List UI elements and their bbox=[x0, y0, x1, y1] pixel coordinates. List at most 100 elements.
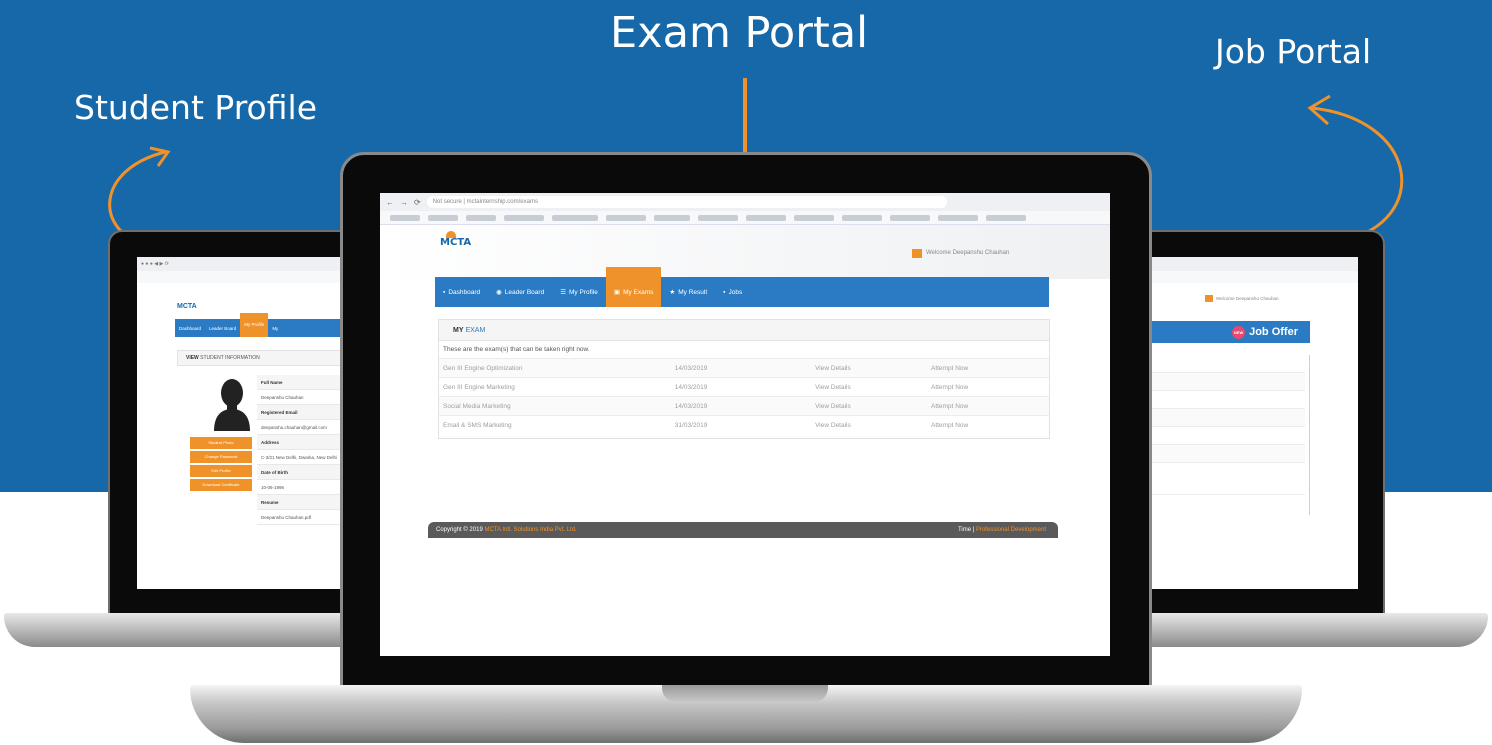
view-details-link[interactable]: View Details bbox=[811, 358, 927, 378]
attempt-now-link[interactable]: Attempt Now bbox=[926, 358, 1049, 378]
panel-title-prefix: MY bbox=[453, 327, 464, 334]
bookmark-item[interactable] bbox=[654, 215, 690, 221]
left-laptop-base bbox=[4, 613, 384, 647]
panel-title-prefix: VIEW bbox=[186, 355, 199, 361]
left-nav-more[interactable]: My bbox=[268, 326, 282, 331]
change-password-button[interactable]: Change Password bbox=[190, 451, 252, 463]
nav-jobs[interactable]: ▪ Jobs bbox=[715, 277, 750, 307]
attempt-now-link[interactable]: Attempt Now bbox=[926, 377, 1049, 397]
site-footer: Copyright © 2019 MCTA Intl. Solutions In… bbox=[428, 522, 1058, 538]
jobs-icon: ▪ bbox=[723, 288, 726, 296]
download-certificate-button[interactable]: Download Certificate bbox=[190, 479, 252, 491]
exam-name: Social Media Marketing bbox=[439, 396, 671, 416]
user-name: Welcome Deepanshu Chauhan bbox=[926, 250, 1010, 256]
panel-header: MY EXAM bbox=[439, 320, 1049, 341]
exam-date: 31/03/2019 bbox=[670, 415, 812, 435]
bookmark-item[interactable] bbox=[842, 215, 882, 221]
panel-note: These are the exam(s) that can be taken … bbox=[443, 346, 590, 353]
nav-my-profile[interactable]: ☰ My Profile bbox=[552, 277, 606, 307]
right-user-name: Welcome Deepanshu Chauhan bbox=[1216, 296, 1279, 301]
bookmark-item[interactable] bbox=[938, 215, 978, 221]
exam-name: Gen III Engine Optimization bbox=[439, 358, 671, 378]
nav-label: My Exams bbox=[623, 288, 654, 296]
attempt-now-link[interactable]: Attempt Now bbox=[926, 415, 1049, 435]
footer-right: Time | Professional Development bbox=[958, 522, 1046, 538]
forward-icon[interactable]: → bbox=[400, 198, 408, 207]
leaderboard-icon: ◉ bbox=[496, 289, 502, 296]
table-row: Social Media Marketing 14/03/2019 View D… bbox=[439, 396, 1049, 416]
exam-name: Email & SMS Marketing bbox=[439, 415, 671, 435]
panel-title-suffix: STUDENT INFORMATION bbox=[200, 355, 260, 361]
footer-right-link[interactable]: Professional Development bbox=[976, 527, 1046, 533]
exam-date: 14/03/2019 bbox=[670, 377, 812, 397]
nav-label: Leader Board bbox=[504, 288, 545, 296]
footer-right-label: Time | bbox=[957, 527, 975, 533]
nav-my-exams[interactable]: ▣ My Exams bbox=[605, 267, 662, 307]
result-icon: ★ bbox=[669, 289, 676, 296]
nav-label: My Profile bbox=[569, 288, 598, 296]
main-laptop-notch bbox=[662, 685, 828, 702]
exam-portal-screen: ← → ⟳ Not secure | mctainternship.com/ex… bbox=[380, 193, 1110, 656]
right-laptop-base bbox=[1110, 613, 1488, 647]
exam-icon: ▣ bbox=[613, 289, 621, 296]
nav-label: Dashboard bbox=[448, 288, 481, 296]
exam-date: 14/03/2019 bbox=[670, 396, 812, 416]
browser-toolbar: ← → ⟳ Not secure | mctainternship.com/ex… bbox=[380, 193, 1110, 211]
nav-label: Jobs bbox=[728, 288, 743, 296]
table-row: Email & SMS Marketing 31/03/2019 View De… bbox=[439, 415, 1049, 435]
view-details-link[interactable]: View Details bbox=[811, 377, 927, 397]
left-nav-profile[interactable]: My Profile bbox=[240, 313, 269, 337]
left-logo: MCTA bbox=[177, 303, 197, 310]
bookmark-item[interactable] bbox=[746, 215, 786, 221]
panel-title-suffix: EXAM bbox=[465, 327, 486, 334]
bookmark-item[interactable] bbox=[890, 215, 930, 221]
nav-label: My Result bbox=[678, 288, 708, 296]
student-avatar-icon bbox=[214, 379, 250, 431]
nav-my-result[interactable]: ★ My Result bbox=[661, 277, 715, 307]
site-logo[interactable]: MCTA bbox=[440, 237, 471, 248]
back-icon[interactable]: ← bbox=[386, 198, 394, 207]
student-profile-callout: Student Profile bbox=[74, 88, 318, 127]
nav-dashboard[interactable]: ▪ Dashboard bbox=[435, 277, 488, 307]
student-photo-button[interactable]: Student Photo bbox=[190, 437, 252, 449]
bookmark-item[interactable] bbox=[794, 215, 834, 221]
main-navbar: ▪ Dashboard ◉ Leader Board ☰ My Profile ▣ My… bbox=[435, 267, 1049, 307]
job-portal-callout: Job Portal bbox=[1215, 32, 1372, 71]
bookmark-item[interactable] bbox=[504, 215, 544, 221]
bookmark-item[interactable] bbox=[466, 215, 496, 221]
address-bar[interactable]: Not secure | mctainternship.com/exams bbox=[426, 196, 947, 208]
bookmark-item[interactable] bbox=[428, 215, 458, 221]
bookmark-item[interactable] bbox=[698, 215, 738, 221]
view-details-link[interactable]: View Details bbox=[811, 415, 927, 435]
left-nav-dashboard[interactable]: Dashboard bbox=[175, 326, 205, 331]
user-avatar-icon bbox=[912, 248, 922, 258]
bookmark-item[interactable] bbox=[390, 215, 420, 221]
new-badge: NEW bbox=[1232, 325, 1246, 339]
user-menu[interactable]: Welcome Deepanshu Chauhan bbox=[912, 248, 1009, 258]
bookmark-item[interactable] bbox=[606, 215, 646, 221]
footer-company-link[interactable]: MCTA Intl. Solutions India Pvt. Ltd. bbox=[484, 527, 576, 533]
attempt-now-link[interactable]: Attempt Now bbox=[926, 396, 1049, 416]
bookmark-item[interactable] bbox=[986, 215, 1026, 221]
my-exam-panel: MY EXAM These are the exam(s) that can b… bbox=[438, 319, 1050, 439]
right-divider bbox=[1309, 355, 1310, 515]
nav-leaderboard[interactable]: ◉ Leader Board bbox=[488, 277, 552, 307]
view-details-link[interactable]: View Details bbox=[811, 396, 927, 416]
table-row: Gen III Engine Optimization 14/03/2019 V… bbox=[439, 358, 1049, 378]
job-offer-button[interactable]: NEW Job Offer bbox=[1232, 321, 1306, 343]
exam-date: 14/03/2019 bbox=[670, 358, 812, 378]
exam-table: Gen III Engine Optimization 14/03/2019 V… bbox=[439, 358, 1049, 435]
left-nav-leaderboard[interactable]: Leader Board bbox=[205, 326, 240, 331]
footer-copyright: Copyright © 2019 bbox=[436, 527, 483, 533]
dashboard-icon: ▪ bbox=[443, 288, 446, 296]
profile-icon: ☰ bbox=[560, 289, 567, 296]
edit-profile-button[interactable]: Edit Profile bbox=[190, 465, 252, 477]
table-row: Gen III Engine Marketing 14/03/2019 View… bbox=[439, 377, 1049, 397]
reload-icon[interactable]: ⟳ bbox=[414, 198, 421, 207]
job-offer-label: Job Offer bbox=[1249, 326, 1298, 338]
right-user-box[interactable]: Welcome Deepanshu Chauhan bbox=[1205, 295, 1278, 302]
exam-name: Gen III Engine Marketing bbox=[439, 377, 671, 397]
exam-portal-callout: Exam Portal bbox=[610, 8, 869, 58]
bookmark-item[interactable] bbox=[552, 215, 598, 221]
bookmarks-bar bbox=[380, 211, 1110, 225]
